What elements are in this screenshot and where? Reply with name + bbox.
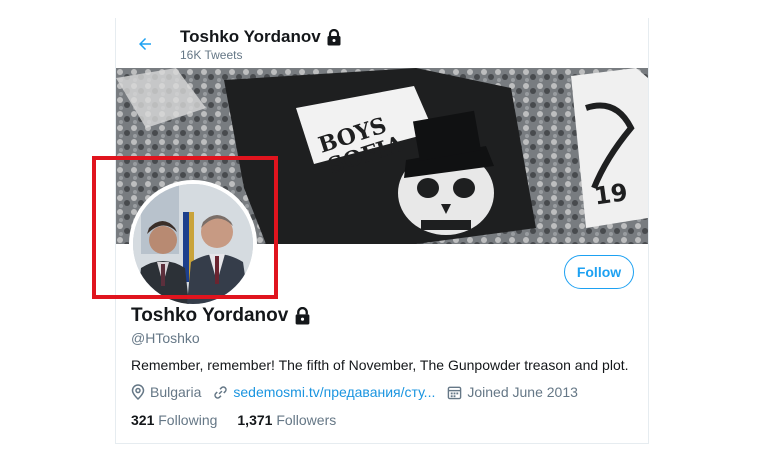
follow-stats: 321 Following 1,371 Followers [131, 412, 336, 428]
follow-button[interactable]: Follow [564, 255, 634, 289]
calendar-icon [448, 386, 462, 399]
location-pin-icon [131, 384, 145, 400]
profile-header-bar: Toshko Yordanov 16K Tweets [116, 18, 648, 68]
flag-number: 19 [592, 178, 629, 210]
location-text: Bulgaria [150, 384, 202, 400]
joined-text: Joined June 2013 [467, 384, 578, 400]
following-count: 321 [131, 412, 159, 428]
lock-icon [295, 307, 310, 325]
website-item: sedemosmi.tv/предавания/сту... [213, 384, 435, 400]
profile-meta: Bulgaria sedemosmi.tv/предавания/сту... … [131, 384, 590, 400]
following-label: Following [158, 412, 218, 428]
tweet-count: 16K Tweets [180, 48, 243, 62]
header-name: Toshko Yordanov [180, 27, 321, 46]
link-icon [214, 385, 228, 399]
avatar-highlight-box [92, 156, 278, 299]
followers-label: Followers [276, 412, 337, 428]
arrow-left-icon [139, 38, 151, 50]
lock-icon [327, 28, 341, 45]
back-button[interactable] [132, 31, 158, 57]
profile-name: Toshko Yordanov [131, 305, 289, 326]
following-link[interactable]: 321 Following [131, 412, 217, 428]
joined-item: Joined June 2013 [447, 384, 578, 400]
profile-name-row: Toshko Yordanov [131, 305, 311, 327]
profile-bio: Remember, remember! The fifth of Novembe… [131, 357, 629, 373]
location-item: Bulgaria [131, 384, 201, 400]
followers-count: 1,371 [237, 412, 277, 428]
website-link[interactable]: sedemosmi.tv/предавания/сту... [233, 384, 435, 400]
profile-handle: @HToshko [131, 330, 200, 346]
header-title: Toshko Yordanov [180, 27, 342, 47]
followers-link[interactable]: 1,371 Followers [237, 412, 336, 428]
